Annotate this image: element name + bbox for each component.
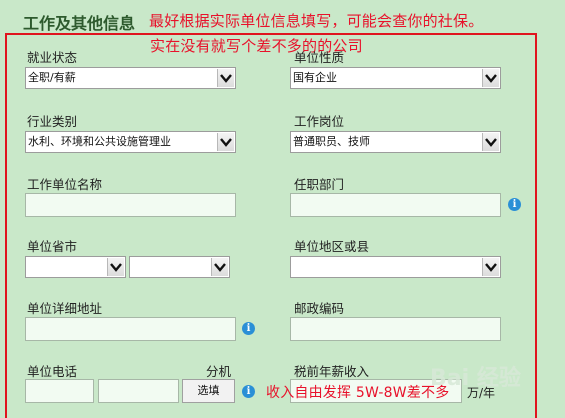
position-label: 工作岗位 — [294, 114, 345, 129]
info-icon[interactable]: i — [508, 198, 521, 211]
employment-status-label: 就业状态 — [27, 50, 78, 65]
company-nature-label: 单位性质 — [294, 50, 345, 65]
extension-optional-button[interactable]: 选填 — [182, 379, 235, 403]
address-input[interactable] — [25, 317, 236, 341]
salary-annotation: 收入自由发挥 5W-8W差不多 — [266, 385, 450, 401]
postcode-input[interactable] — [290, 317, 501, 341]
info-icon[interactable]: i — [242, 385, 255, 398]
chevron-down-icon — [217, 69, 234, 87]
annotation-line1: 最好根据实际单位信息填写，可能会查你的社保。 — [149, 12, 484, 30]
city-select[interactable] — [129, 256, 230, 278]
area-code-input[interactable] — [25, 379, 94, 403]
company-nature-select[interactable]: 国有企业 — [290, 67, 501, 89]
industry-label: 行业类别 — [27, 114, 78, 129]
department-input[interactable] — [290, 193, 501, 217]
chevron-down-icon — [217, 133, 234, 151]
employment-status-select[interactable]: 全职/有薪 — [25, 67, 236, 89]
baidu-watermark: Bai 经验 — [430, 366, 521, 391]
extension-label: 分机 — [206, 364, 232, 379]
province-city-label: 单位省市 — [27, 239, 78, 254]
industry-select[interactable]: 水利、环境和公共设施管理业 — [25, 131, 236, 153]
district-select[interactable] — [290, 256, 501, 278]
position-value: 普通职员、技师 — [293, 135, 370, 148]
info-icon[interactable]: i — [242, 322, 255, 335]
employment-status-value: 全职/有薪 — [28, 71, 76, 84]
chevron-down-icon — [211, 258, 228, 276]
company-nature-value: 国有企业 — [293, 71, 337, 84]
postcode-label: 邮政编码 — [294, 301, 345, 316]
phone-number-input[interactable] — [98, 379, 179, 403]
chevron-down-icon — [482, 258, 499, 276]
phone-label: 单位电话 — [27, 364, 78, 379]
company-name-label: 工作单位名称 — [27, 177, 103, 192]
department-label: 任职部门 — [294, 177, 345, 192]
chevron-down-icon — [482, 133, 499, 151]
industry-value: 水利、环境和公共设施管理业 — [28, 135, 171, 148]
chevron-down-icon — [107, 258, 124, 276]
district-label: 单位地区或县 — [294, 239, 370, 254]
address-label: 单位详细地址 — [27, 301, 103, 316]
position-select[interactable]: 普通职员、技师 — [290, 131, 501, 153]
province-select[interactable] — [25, 256, 126, 278]
chevron-down-icon — [482, 69, 499, 87]
income-label: 税前年薪收入 — [294, 364, 370, 379]
section-title: 工作及其他信息 — [23, 14, 136, 33]
company-name-input[interactable] — [25, 193, 236, 217]
